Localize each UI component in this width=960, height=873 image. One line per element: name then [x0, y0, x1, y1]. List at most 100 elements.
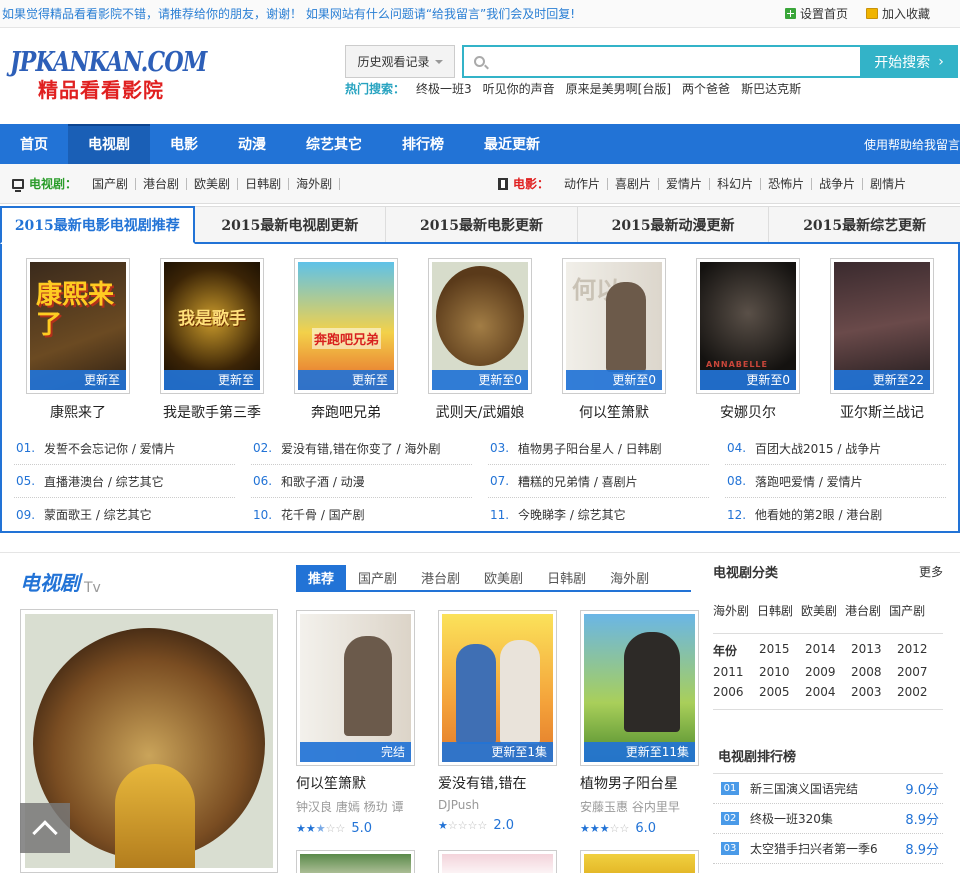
nav-recent[interactable]: 最近更新 — [464, 124, 560, 164]
list-item[interactable]: 09. 蒙面歌王 / 综艺其它 — [14, 498, 235, 531]
year-link[interactable]: 2014 — [805, 642, 851, 659]
hot-keyword[interactable]: 原来是美男啊[台版] — [566, 80, 671, 97]
poster-image[interactable]: 更新至22 — [830, 258, 934, 394]
tv-card[interactable] — [296, 850, 415, 873]
poster-card[interactable]: 更新至0 武则天/武媚娘 — [428, 258, 532, 422]
hot-keyword[interactable]: 斯巴达克斯 — [741, 80, 801, 97]
list-item[interactable]: 06. 和歌子酒 / 动漫 — [251, 465, 472, 498]
year-link[interactable]: 2005 — [759, 685, 805, 699]
movie-category-link[interactable]: 恐怖片 — [761, 177, 813, 190]
tv-card[interactable]: 完结 何以笙箫默 钟汉良 唐嫣 杨玏 谭 ★★★☆☆ 5.0 — [296, 610, 415, 836]
tv-card[interactable]: 更新至11集 植物男子阳台星 安藤玉惠 谷内里早 ★★★☆☆ 6.0 — [580, 610, 699, 836]
feedback-link[interactable]: 给我留言 — [912, 136, 960, 153]
tv-category-link[interactable]: 日韩剧 — [757, 602, 793, 619]
nav-variety[interactable]: 综艺其它 — [286, 124, 382, 164]
back-to-top-button[interactable] — [20, 803, 70, 853]
tab-tv-hktw[interactable]: 港台剧 — [409, 565, 472, 590]
movie-category-link[interactable]: 喜剧片 — [608, 177, 660, 190]
year-link[interactable]: 2004 — [805, 685, 851, 699]
help-link[interactable]: 使用帮助 — [864, 136, 912, 153]
tab-tv-domestic[interactable]: 国产剧 — [346, 565, 409, 590]
ranking-item[interactable]: 01 新三国演义国语完结 9.0分 — [713, 774, 943, 804]
poster-image[interactable]: 奔跑吧兄弟 更新至20150224 — [294, 258, 398, 407]
movie-category-link[interactable]: 爱情片 — [659, 177, 711, 190]
poster-image[interactable]: ANNABELLE 更新至0 — [696, 258, 800, 394]
poster-image[interactable]: 何以 更新至0 — [562, 258, 666, 394]
tv-card[interactable] — [438, 850, 557, 873]
nav-anime[interactable]: 动漫 — [218, 124, 286, 164]
search-button[interactable]: 开始搜索 › — [860, 45, 958, 78]
list-item[interactable]: 03. 植物男子阳台星人 / 日韩剧 — [488, 432, 709, 465]
tab-recommend[interactable]: 2015最新电影电视剧推荐 — [0, 206, 195, 244]
tv-category-link[interactable]: 国产剧 — [889, 602, 925, 619]
tab-anime-updates[interactable]: 2015最新动漫更新 — [577, 206, 770, 242]
tv-category-link[interactable]: 欧美剧 — [187, 177, 239, 190]
year-link[interactable]: 2002 — [897, 685, 943, 699]
tab-tv-western[interactable]: 欧美剧 — [472, 565, 535, 590]
search-input[interactable] — [464, 47, 860, 76]
list-item[interactable]: 08. 落跑吧爱情 / 爱情片 — [725, 465, 946, 498]
site-logo[interactable]: JPKANKAN.COM 精品看看影院 — [10, 48, 207, 103]
nav-ranking[interactable]: 排行榜 — [382, 124, 464, 164]
year-link[interactable]: 2010 — [759, 665, 805, 679]
list-item[interactable]: 04. 百团大战2015 / 战争片 — [725, 432, 946, 465]
year-link[interactable]: 2012 — [897, 642, 943, 659]
year-link[interactable]: 2009 — [805, 665, 851, 679]
hot-keyword[interactable]: 听见你的声音 — [483, 80, 555, 97]
poster-image[interactable]: 康熙来了 更新至20150904 — [26, 258, 130, 407]
nav-movie[interactable]: 电影 — [150, 124, 218, 164]
more-link[interactable]: 更多 — [919, 563, 943, 580]
year-link[interactable]: 2007 — [897, 665, 943, 679]
nav-tv[interactable]: 电视剧 — [68, 124, 150, 164]
tv-category-link[interactable]: 港台剧 — [845, 602, 881, 619]
poster-card[interactable]: ANNABELLE 更新至0 安娜贝尔 — [696, 258, 800, 422]
poster-card[interactable]: 康熙来了 更新至20150904 康熙来了 — [26, 258, 130, 422]
tv-category-link[interactable]: 国产剧 — [85, 177, 137, 190]
poster-card[interactable]: 奔跑吧兄弟 更新至20150224 奔跑吧兄弟 — [294, 258, 398, 422]
ranking-item[interactable]: 03 太空猎手扫兴者第一季6 8.9分 — [713, 834, 943, 864]
year-link[interactable]: 2006 — [713, 685, 759, 699]
list-item[interactable]: 12. 他看她的第2眼 / 港台剧 — [725, 498, 946, 531]
poster-card[interactable]: 我是歌手 更新至20150403 我是歌手第三季 — [160, 258, 264, 422]
tv-category-link[interactable]: 欧美剧 — [801, 602, 837, 619]
tv-category-link[interactable]: 港台剧 — [136, 177, 188, 190]
year-link[interactable]: 2003 — [851, 685, 897, 699]
list-item[interactable]: 07. 糟糕的兄弟情 / 喜剧片 — [488, 465, 709, 498]
year-link[interactable]: 2015 — [759, 642, 805, 659]
poster-card[interactable]: 何以 更新至0 何以笙箫默 — [562, 258, 666, 422]
tab-variety-updates[interactable]: 2015最新综艺更新 — [769, 206, 960, 242]
movie-category-link[interactable]: 战争片 — [812, 177, 864, 190]
tv-category-link[interactable]: 海外剧 — [289, 177, 341, 190]
tab-tv-overseas[interactable]: 海外剧 — [598, 565, 661, 590]
movie-category-link[interactable]: 剧情片 — [863, 178, 913, 190]
ranking-item[interactable]: 02 终极一班320集 8.9分 — [713, 804, 943, 834]
movie-category-link[interactable]: 科幻片 — [710, 177, 762, 190]
list-item[interactable]: 01. 发誓不会忘记你 / 爱情片 — [14, 432, 235, 465]
tv-category-link[interactable]: 海外剧 — [713, 602, 749, 619]
nav-home[interactable]: 首页 — [0, 124, 68, 164]
add-favorite-link[interactable]: 加入收藏 — [865, 5, 930, 22]
tv-card-image[interactable]: 更新至1集 — [438, 610, 557, 766]
tv-card[interactable] — [580, 850, 699, 873]
list-item[interactable]: 10. 花千骨 / 国产剧 — [251, 498, 472, 531]
list-item[interactable]: 05. 直播港澳台 / 综艺其它 — [14, 465, 235, 498]
tv-card-image[interactable]: 更新至11集 — [580, 610, 699, 766]
tv-card-image[interactable]: 完结 — [296, 610, 415, 766]
tab-tv-jpkr[interactable]: 日韩剧 — [535, 565, 598, 590]
year-link[interactable]: 2011 — [713, 665, 759, 679]
tv-card[interactable]: 更新至1集 爱没有错,错在 DJPush ★☆☆☆☆ 2.0 — [438, 610, 557, 836]
year-link[interactable]: 2008 — [851, 665, 897, 679]
movie-category-link[interactable]: 动作片 — [557, 177, 609, 190]
year-link[interactable]: 2013 — [851, 642, 897, 659]
poster-card[interactable]: 更新至22 亚尔斯兰战记 — [830, 258, 934, 422]
poster-image[interactable]: 更新至0 — [428, 258, 532, 394]
poster-image[interactable]: 我是歌手 更新至20150403 — [160, 258, 264, 407]
list-item[interactable]: 11. 今晚睇李 / 综艺其它 — [488, 498, 709, 531]
hot-keyword[interactable]: 两个爸爸 — [682, 80, 730, 97]
tab-tv-recommend[interactable]: 推荐 — [296, 565, 347, 590]
tab-movie-updates[interactable]: 2015最新电影更新 — [386, 206, 578, 242]
history-dropdown[interactable]: 历史观看记录 — [345, 45, 455, 78]
set-home-link[interactable]: 设置首页 — [784, 5, 848, 22]
tab-tv-updates[interactable]: 2015最新电视剧更新 — [194, 206, 387, 242]
hot-keyword[interactable]: 终极一班3 — [416, 80, 472, 97]
